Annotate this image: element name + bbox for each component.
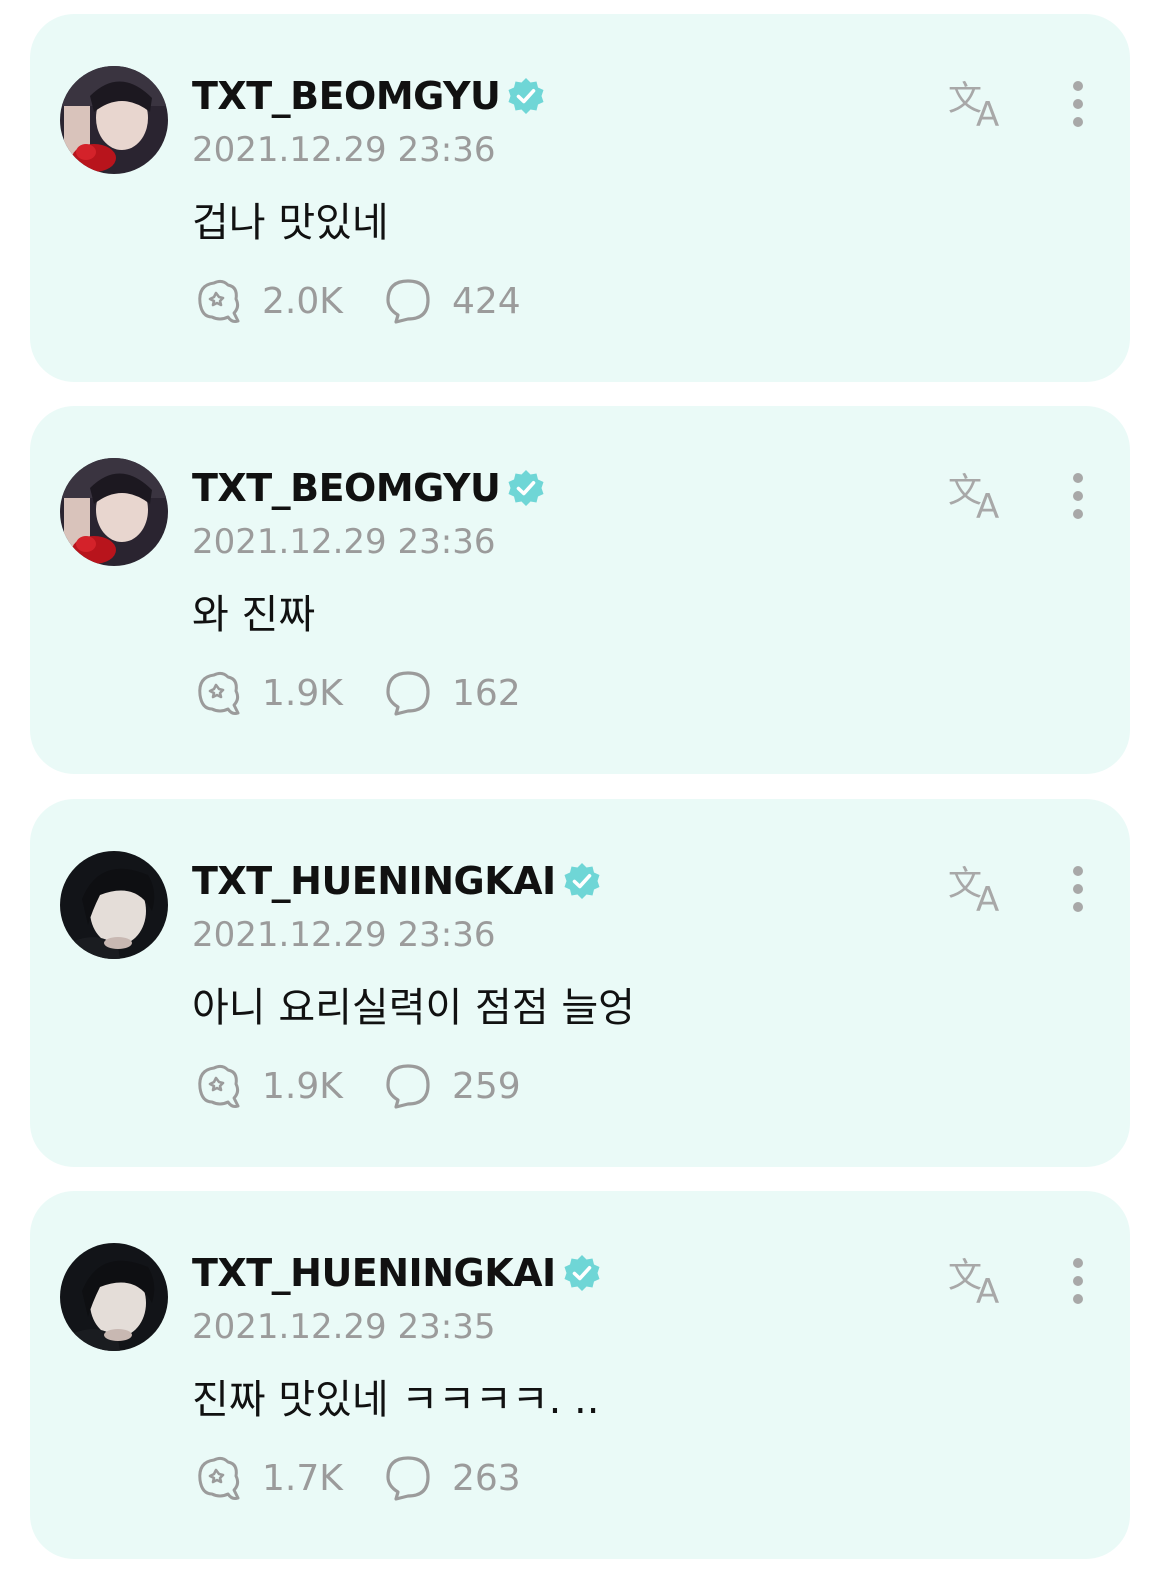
comment-icon <box>382 1060 434 1112</box>
post-stats: 1.9K 162 <box>192 668 521 718</box>
svg-text:A: A <box>976 1272 999 1309</box>
like-button[interactable]: 2.0K <box>192 275 382 327</box>
post-header: TXT_HUENINGKAI <box>192 1247 602 1299</box>
translate-icon: 文 A <box>948 471 999 527</box>
translate-button[interactable]: 文 A <box>946 861 1010 920</box>
more-vertical-icon <box>1073 866 1083 912</box>
comment-count: 259 <box>452 1065 521 1107</box>
post-card[interactable]: TXT_HUENINGKAI 2021.12.29 23:36 아니 요리실력이… <box>30 799 1130 1167</box>
username[interactable]: TXT_BEOMGYU <box>192 74 501 118</box>
timestamp: 2021.12.29 23:35 <box>192 1307 496 1347</box>
svg-text:A: A <box>976 880 999 917</box>
post-text: 아니 요리실력이 점점 늘엉 <box>192 985 635 1031</box>
translate-button[interactable]: 文 A <box>946 1253 1010 1312</box>
timestamp: 2021.12.29 23:36 <box>192 522 496 562</box>
post-header: TXT_BEOMGYU <box>192 462 546 514</box>
more-vertical-icon <box>1073 1258 1083 1304</box>
translate-icon: 文 A <box>948 864 999 920</box>
verified-badge-icon <box>562 1253 602 1293</box>
comment-count: 162 <box>452 672 521 714</box>
post-card[interactable]: TXT_BEOMGYU 2021.12.29 23:36 와 진짜 1.9K 1… <box>30 406 1130 774</box>
comment-icon <box>382 1452 434 1504</box>
like-button[interactable]: 1.7K <box>192 1452 382 1504</box>
more-options-button[interactable] <box>1060 1255 1096 1311</box>
comment-button[interactable]: 424 <box>382 275 521 327</box>
avatar[interactable] <box>60 458 168 566</box>
like-count: 1.9K <box>262 672 343 714</box>
translate-button[interactable]: 文 A <box>946 468 1010 527</box>
post-stats: 2.0K 424 <box>192 276 521 326</box>
comment-button[interactable]: 162 <box>382 667 521 719</box>
post-header: TXT_HUENINGKAI <box>192 855 602 907</box>
svg-text:A: A <box>976 487 999 524</box>
like-icon <box>192 1452 244 1504</box>
comment-count: 424 <box>452 280 521 322</box>
more-vertical-icon <box>1073 473 1083 519</box>
avatar[interactable] <box>60 851 168 959</box>
like-icon <box>192 1060 244 1112</box>
username[interactable]: TXT_BEOMGYU <box>192 466 501 510</box>
verified-badge-icon <box>562 861 602 901</box>
like-button[interactable]: 1.9K <box>192 1060 382 1112</box>
more-vertical-icon <box>1073 81 1083 127</box>
timestamp: 2021.12.29 23:36 <box>192 130 496 170</box>
avatar[interactable] <box>60 66 168 174</box>
comment-button[interactable]: 259 <box>382 1060 521 1112</box>
comment-count: 263 <box>452 1457 521 1499</box>
timestamp: 2021.12.29 23:36 <box>192 915 496 955</box>
more-options-button[interactable] <box>1060 470 1096 526</box>
verified-badge-icon <box>506 76 546 116</box>
svg-text:A: A <box>976 95 999 132</box>
username[interactable]: TXT_HUENINGKAI <box>192 1251 556 1295</box>
more-options-button[interactable] <box>1060 863 1096 919</box>
translate-icon: 文 A <box>948 79 999 135</box>
username[interactable]: TXT_HUENINGKAI <box>192 859 556 903</box>
avatar[interactable] <box>60 1243 168 1351</box>
verified-badge-icon <box>506 468 546 508</box>
post-text: 겁나 맛있네 <box>192 200 389 246</box>
comment-button[interactable]: 263 <box>382 1452 521 1504</box>
translate-button[interactable]: 文 A <box>946 76 1010 135</box>
like-icon <box>192 667 244 719</box>
like-count: 1.7K <box>262 1457 343 1499</box>
comment-icon <box>382 667 434 719</box>
post-text: 와 진짜 <box>192 592 316 638</box>
like-icon <box>192 275 244 327</box>
post-stats: 1.9K 259 <box>192 1061 521 1111</box>
post-stats: 1.7K 263 <box>192 1453 521 1503</box>
translate-icon: 文 A <box>948 1256 999 1312</box>
post-feed: TXT_BEOMGYU 2021.12.29 23:36 겁나 맛있네 2.0K <box>0 0 1170 1581</box>
post-card[interactable]: TXT_BEOMGYU 2021.12.29 23:36 겁나 맛있네 2.0K <box>30 14 1130 382</box>
post-text: 진짜 맛있네 ㅋㅋㅋㅋ. .. <box>192 1377 600 1423</box>
comment-icon <box>382 275 434 327</box>
like-count: 1.9K <box>262 1065 343 1107</box>
like-button[interactable]: 1.9K <box>192 667 382 719</box>
like-count: 2.0K <box>262 280 343 322</box>
post-header: TXT_BEOMGYU <box>192 70 546 122</box>
post-card[interactable]: TXT_HUENINGKAI 2021.12.29 23:35 진짜 맛있네 ㅋ… <box>30 1191 1130 1559</box>
more-options-button[interactable] <box>1060 78 1096 134</box>
